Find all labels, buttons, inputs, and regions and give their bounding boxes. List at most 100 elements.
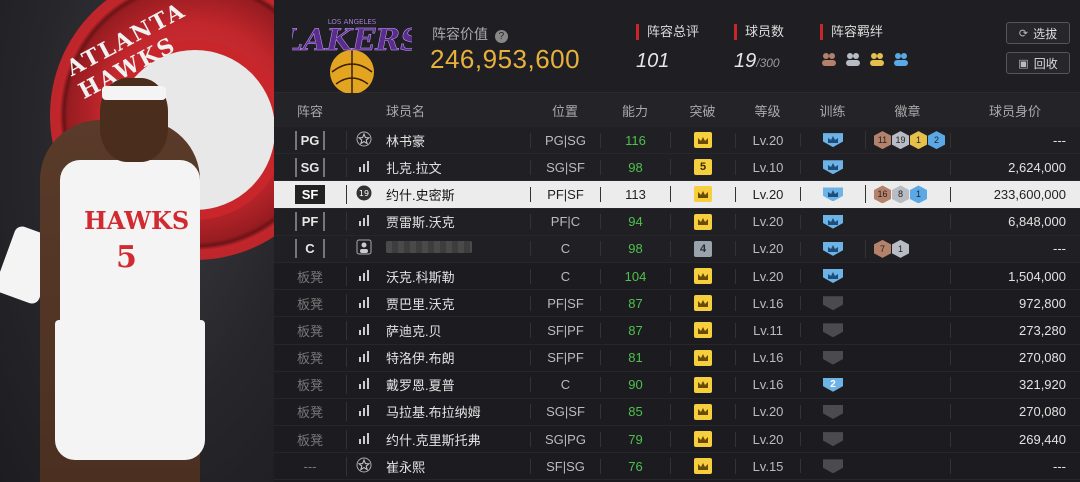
- player-name[interactable]: 马拉基.布拉纳姆: [380, 402, 530, 421]
- crown-icon[interactable]: [694, 376, 712, 393]
- lineup-slot[interactable]: 板凳: [274, 348, 346, 367]
- lineup-slot[interactable]: 板凳: [274, 375, 346, 394]
- breakthrough-level[interactable]: 4: [694, 240, 712, 257]
- lineup-slot[interactable]: ---: [274, 459, 346, 474]
- recycle-button[interactable]: ▣ 回收: [1006, 52, 1070, 74]
- bond-bronze-icon[interactable]: [820, 50, 838, 68]
- bond-blue-icon[interactable]: [892, 50, 910, 68]
- training-icon[interactable]: [823, 296, 843, 311]
- slot-tag[interactable]: 板凳: [297, 321, 323, 340]
- badge-silver-icon[interactable]: 19: [892, 131, 909, 150]
- lineup-slot[interactable]: 板凳: [274, 321, 346, 340]
- player-name[interactable]: 戴罗恩.夏普: [380, 375, 530, 394]
- slot-tag[interactable]: SG: [294, 157, 326, 177]
- badge-bronze-icon[interactable]: 11: [874, 131, 891, 150]
- slot-tag[interactable]: 板凳: [297, 348, 323, 367]
- player-name[interactable]: 约什.史密斯: [380, 185, 530, 204]
- table-row[interactable]: 板凳 贾巴里.沃克 PF|SF 87 Lv.16 972,800: [274, 290, 1080, 318]
- col-value[interactable]: 球员身价: [950, 101, 1080, 120]
- slot-tag[interactable]: 板凳: [297, 294, 323, 313]
- player-name[interactable]: 贾雷斯.沃克: [380, 212, 530, 231]
- badge-silver-icon[interactable]: 1: [892, 239, 909, 258]
- col-lineup[interactable]: 阵容: [274, 101, 346, 120]
- player-name[interactable]: 约什.克里斯托弗: [380, 430, 530, 449]
- player-name[interactable]: 沃克.科斯勒: [380, 267, 530, 286]
- lineup-slot[interactable]: 板凳: [274, 267, 346, 286]
- lineup-slot[interactable]: PG: [274, 130, 346, 150]
- lineup-slot[interactable]: SF: [274, 184, 346, 204]
- pick-button[interactable]: ⟳ 选拔: [1006, 22, 1070, 44]
- player-name[interactable]: 特洛伊.布朗: [380, 348, 530, 367]
- crown-icon[interactable]: [694, 268, 712, 285]
- training-icon[interactable]: [823, 241, 843, 256]
- help-icon[interactable]: ?: [494, 30, 508, 43]
- crown-icon[interactable]: [694, 132, 712, 149]
- player-name[interactable]: 萨迪克.贝: [380, 321, 530, 340]
- col-ability[interactable]: 能力: [600, 101, 670, 120]
- table-row[interactable]: C C 98 4 Lv.20 7 1 ---: [274, 235, 1080, 263]
- slot-tag[interactable]: ---: [304, 459, 317, 474]
- breakthrough-level[interactable]: 5: [694, 159, 712, 176]
- crown-icon[interactable]: [694, 458, 712, 475]
- bond-silver-icon[interactable]: [844, 50, 862, 68]
- training-icon[interactable]: 2: [823, 377, 843, 392]
- training-icon[interactable]: [823, 133, 843, 148]
- slot-tag[interactable]: 板凳: [297, 402, 323, 421]
- col-position[interactable]: 位置: [530, 101, 600, 120]
- slot-tag[interactable]: C: [295, 239, 325, 259]
- training-icon[interactable]: [823, 323, 843, 338]
- training-icon[interactable]: [823, 350, 843, 365]
- table-row[interactable]: 板凳 约什.克里斯托弗 SG|PG 79 Lv.20 269,440: [274, 426, 1080, 454]
- table-row[interactable]: PG 林书豪 PG|SG 116 Lv.20 11 19 1 2 ---: [274, 127, 1080, 155]
- slot-tag[interactable]: SF: [295, 184, 325, 204]
- badge-bronze-icon[interactable]: 7: [874, 239, 891, 258]
- col-training[interactable]: 训练: [800, 101, 865, 120]
- table-row[interactable]: SG 扎克.拉文 SG|SF 98 5 Lv.10 2,624,000: [274, 154, 1080, 182]
- crown-icon[interactable]: [694, 403, 712, 420]
- crown-icon[interactable]: [694, 322, 712, 339]
- crown-icon[interactable]: [694, 213, 712, 230]
- lineup-slot[interactable]: 板凳: [274, 430, 346, 449]
- table-row[interactable]: 板凳 萨迪克.贝 SF|PF 87 Lv.11 273,280: [274, 317, 1080, 345]
- bond-gold-icon[interactable]: [868, 50, 886, 68]
- slot-tag[interactable]: 板凳: [297, 430, 323, 449]
- player-name[interactable]: 崔永熙: [380, 457, 530, 476]
- training-icon[interactable]: [823, 459, 843, 474]
- lineup-slot[interactable]: 板凳: [274, 402, 346, 421]
- player-name[interactable]: 贾巴里.沃克: [380, 294, 530, 313]
- crown-icon[interactable]: [694, 295, 712, 312]
- badge-blue-icon[interactable]: 1: [910, 185, 927, 204]
- table-row[interactable]: 板凳 特洛伊.布朗 SF|PF 81 Lv.16 270,080: [274, 344, 1080, 372]
- training-icon[interactable]: [823, 214, 843, 229]
- table-row[interactable]: SF 19 约什.史密斯 PF|SF 113 Lv.20 16 8 1 233,600,000: [274, 181, 1080, 209]
- player-name[interactable]: [380, 241, 530, 256]
- lineup-slot[interactable]: PF: [274, 212, 346, 232]
- crown-icon[interactable]: [694, 186, 712, 203]
- crown-icon[interactable]: [694, 349, 712, 366]
- table-row[interactable]: 板凳 戴罗恩.夏普 C 90 Lv.16 2 321,920: [274, 371, 1080, 399]
- col-player-name[interactable]: 球员名: [380, 101, 530, 120]
- col-level[interactable]: 等级: [735, 101, 800, 120]
- training-icon[interactable]: [823, 269, 843, 284]
- slot-tag[interactable]: 板凳: [297, 267, 323, 286]
- player-name[interactable]: 林书豪: [380, 131, 530, 150]
- badge-blue-icon[interactable]: 2: [928, 131, 945, 150]
- col-breakthrough[interactable]: 突破: [670, 101, 735, 120]
- lineup-slot[interactable]: 板凳: [274, 294, 346, 313]
- training-icon[interactable]: [823, 160, 843, 175]
- lineup-slot[interactable]: C: [274, 239, 346, 259]
- training-icon[interactable]: [823, 187, 843, 202]
- table-row[interactable]: PF 贾雷斯.沃克 PF|C 94 Lv.20 6,848,000: [274, 208, 1080, 236]
- slot-tag[interactable]: PF: [295, 212, 325, 232]
- crown-icon[interactable]: [694, 431, 712, 448]
- badge-silver-icon[interactable]: 8: [892, 185, 909, 204]
- table-row[interactable]: --- 崔永熙 SF|SG 76 Lv.15 ---: [274, 453, 1080, 481]
- badge-bronze-icon[interactable]: 16: [874, 185, 891, 204]
- player-name[interactable]: 扎克.拉文: [380, 158, 530, 177]
- badge-gold-icon[interactable]: 1: [910, 131, 927, 150]
- training-icon[interactable]: [823, 404, 843, 419]
- slot-tag[interactable]: PG: [294, 130, 326, 150]
- slot-tag[interactable]: 板凳: [297, 375, 323, 394]
- table-row[interactable]: 板凳 沃克.科斯勒 C 104 Lv.20 1,504,000: [274, 262, 1080, 291]
- table-row[interactable]: 板凳 马拉基.布拉纳姆 SG|SF 85 Lv.20 270,080: [274, 398, 1080, 427]
